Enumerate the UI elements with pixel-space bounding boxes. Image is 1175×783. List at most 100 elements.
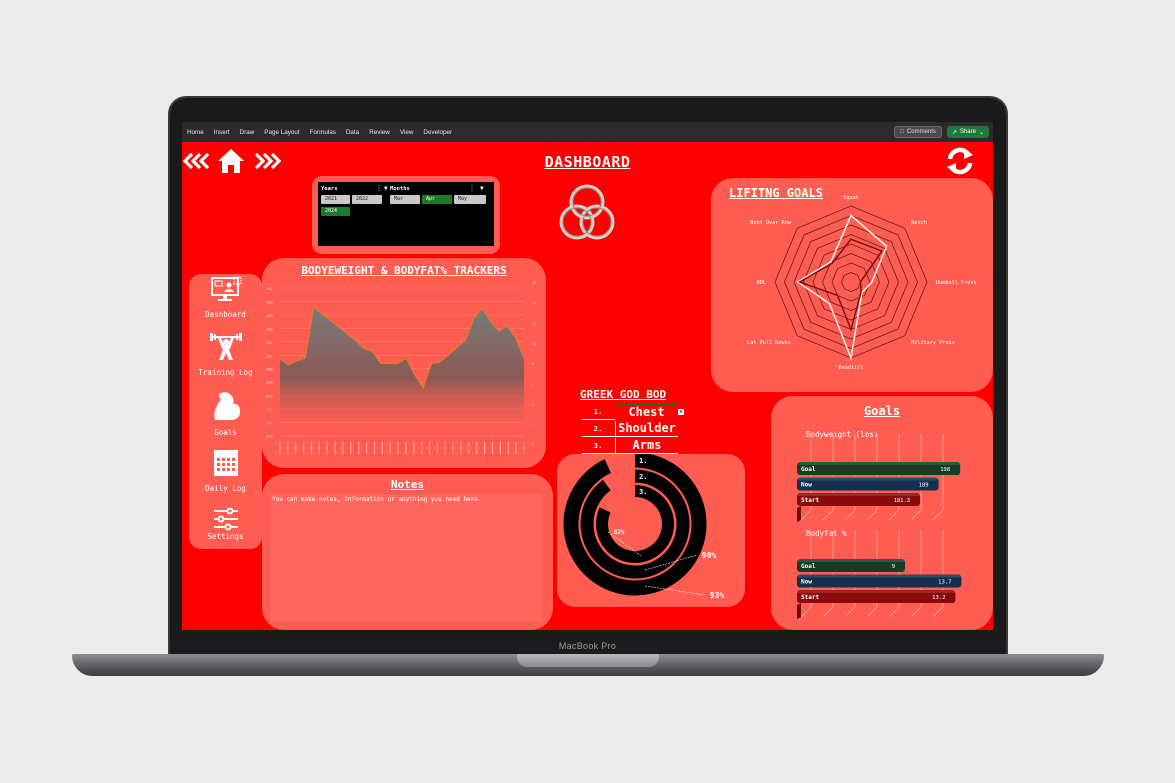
- y2-tick-label: 4: [532, 403, 534, 407]
- lifting-goals-panel: LIFITNG GOALS Squat Bench Dumbell Press Mil…: [711, 178, 993, 392]
- goal-bar-label: Start: [801, 594, 819, 601]
- x-tick-label: [460, 442, 462, 454]
- goal-bar-value: 13.7: [938, 580, 951, 586]
- y2-tick-label: 0: [532, 443, 534, 447]
- tab-review[interactable]: Review: [369, 129, 390, 136]
- rings-logo-icon: [559, 184, 615, 240]
- comments-button[interactable]: □ Comments: [894, 126, 942, 138]
- tracker-panel: BODYEWEIGHT & BODYFAT% TRACKERS 170 172 17…: [262, 258, 546, 468]
- goal-bar-highlight: [797, 477, 939, 481]
- year-chip-2024[interactable]: 2024: [321, 207, 350, 216]
- sidebar-item-daily-log[interactable]: Daily Log: [189, 448, 262, 493]
- radar-ring: [793, 224, 909, 340]
- clear-filter-icon[interactable]: ▼: [480, 185, 484, 192]
- dropdown-arrow-icon[interactable]: ▼: [678, 409, 684, 415]
- month-chip-apr[interactable]: Apr: [422, 195, 452, 204]
- y2-tick-label: 8: [532, 362, 534, 366]
- ring-value-label: 82%: [614, 529, 625, 536]
- chevron-down-icon: ⌄: [978, 129, 984, 136]
- goal-bar-label: Goal: [801, 563, 816, 570]
- year-chip-2022[interactable]: 2022: [352, 195, 382, 204]
- x-tick-label: [421, 442, 423, 454]
- months-slicer-title: Months: [390, 186, 410, 192]
- tab-page-layout[interactable]: Page Layout: [264, 129, 299, 136]
- share-button[interactable]: ↗ Share ⌄: [946, 126, 989, 138]
- radar-axis-label: Deadlift: [839, 365, 864, 371]
- sidebar-item-settings[interactable]: Settings: [189, 506, 262, 541]
- sidebar-item-training-log[interactable]: Training Log: [189, 332, 262, 377]
- radar-axis-label: Lat Pull Downs: [747, 340, 791, 346]
- tab-home[interactable]: Home: [187, 129, 204, 136]
- multi-select-icon[interactable]: ⋮: [376, 185, 382, 192]
- year-chip-2021[interactable]: 2021: [321, 195, 350, 204]
- goals-panel: Goals Bodyweight (lbs) Bodyfat % Goal 198…: [771, 396, 993, 630]
- bodyweight-area: [280, 306, 524, 436]
- goal-bar-highlight: [797, 462, 961, 465]
- gridline: [844, 509, 856, 521]
- x-tick-label: [318, 442, 320, 454]
- x-tick-label: [389, 442, 391, 454]
- radar-axis-label: RDL: [757, 280, 766, 286]
- x-tick-label: [484, 442, 486, 454]
- x-tick-label: [303, 442, 305, 454]
- gridline: [910, 509, 922, 521]
- laptop-notch: [517, 654, 659, 667]
- dashboard-monitor-icon: [210, 276, 241, 301]
- goal-bar-label: Now: [801, 482, 812, 489]
- calendar-icon: [213, 450, 238, 476]
- tab-data[interactable]: Data: [346, 129, 359, 136]
- bar-base: [797, 506, 801, 522]
- sidebar-item-goals[interactable]: Goals: [189, 390, 262, 437]
- ggb-row: 3. Arms: [582, 437, 678, 454]
- tab-view[interactable]: View: [400, 129, 414, 136]
- ggb-row-value-select[interactable]: Arms: [615, 438, 678, 454]
- x-tick-label: [523, 442, 525, 454]
- x-tick-label: [507, 442, 509, 454]
- month-chip-may[interactable]: May: [454, 195, 486, 204]
- goal-bar-value: 189: [919, 483, 929, 489]
- gridline: [910, 606, 922, 618]
- tab-formulas[interactable]: Formulas: [310, 129, 336, 136]
- y-tick-label: 192: [266, 287, 273, 291]
- sidebar-item-label: Dashboard: [205, 310, 246, 319]
- notes-textarea[interactable]: You can make notes, information or anyth…: [270, 494, 542, 622]
- sidebar: Dashboard Training Log Goals Daily Log S…: [189, 274, 262, 549]
- share-label: Share: [959, 129, 976, 135]
- refresh-icon[interactable]: [945, 146, 975, 176]
- goal-bar-value: 181.3: [894, 498, 911, 504]
- goal-bar-highlight: [797, 590, 956, 593]
- greek-god-bod-table: 1. Chest ▼ 2. Shoulder 3. Arms: [582, 403, 684, 454]
- sidebar-item-dashboard[interactable]: Dashboard: [189, 276, 262, 319]
- device-label: MacBook Pro: [558, 641, 617, 651]
- tab-draw[interactable]: Draw: [240, 129, 255, 136]
- notes-title: Notes: [390, 478, 425, 491]
- ring-category-label: 2.: [639, 473, 647, 481]
- x-tick-label: [310, 442, 313, 454]
- gridline: [866, 509, 878, 521]
- x-tick-label: [444, 442, 446, 454]
- goal-bar-highlight: [797, 559, 905, 562]
- ggb-row-number: 1.: [593, 408, 603, 416]
- y2-tick-label: 6: [532, 382, 534, 386]
- y-tick-label: 182: [266, 354, 273, 358]
- flexed-arm-icon: [213, 392, 240, 420]
- x-tick-label: [365, 442, 368, 454]
- x-tick-label: [413, 442, 415, 454]
- ggb-row-value-select[interactable]: Shoulder: [615, 421, 678, 437]
- ggb-row-value-select[interactable]: Chest: [615, 404, 678, 420]
- tab-insert[interactable]: Insert: [214, 129, 230, 136]
- tab-developer[interactable]: Developer: [423, 129, 452, 136]
- greek-god-bod-title: GREEK GOD BOD: [580, 388, 667, 401]
- goal-bar-highlight: [797, 574, 962, 578]
- goals-bar-chart: Goal 198 Now 189 Start 181.3 Goal 9 Now 13.7 Start…: [797, 434, 962, 619]
- month-chip-mar[interactable]: Mar: [390, 195, 420, 204]
- sidebar-item-label: Training Log: [198, 368, 253, 377]
- ring-category-label: 3.: [639, 488, 647, 496]
- x-tick-label: [350, 442, 352, 454]
- x-tick-label: [381, 442, 383, 454]
- goal-bar-label: Start: [801, 497, 819, 504]
- years-slicer-title: Years: [321, 186, 338, 192]
- clear-filter-icon[interactable]: ▼: [384, 185, 388, 192]
- multi-select-icon[interactable]: ⋮: [469, 185, 475, 192]
- y2-tick-label: 16: [532, 281, 536, 285]
